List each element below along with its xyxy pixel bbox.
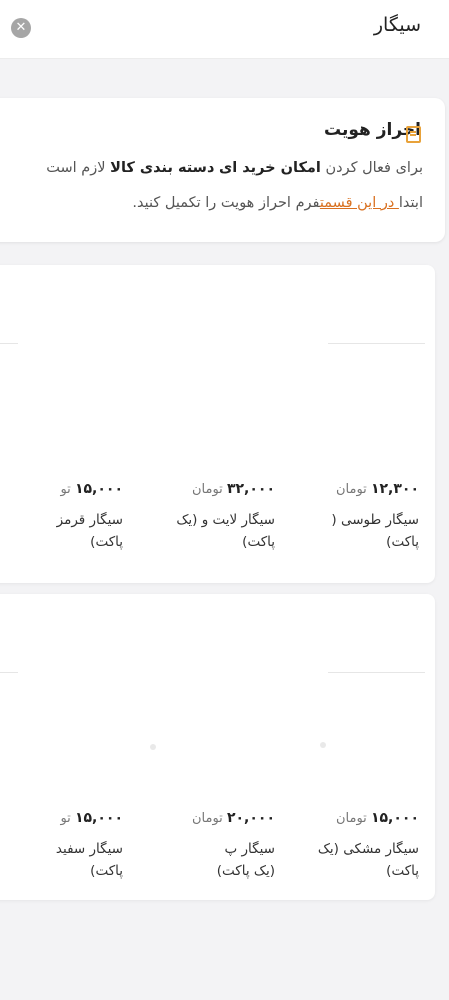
price-unit: تومان: [192, 482, 223, 497]
product-name-line: سیگار قرمز: [56, 512, 123, 528]
verify-description-line2: ابتدا در این قسمتفرم احراز هویت را تکمیل…: [132, 195, 423, 211]
product-name: سیگار لایت و (یک پاکت): [140, 509, 275, 553]
divider: [0, 672, 18, 673]
product-price: ۳۲,۰۰۰: [226, 481, 275, 497]
price-unit: تومان: [336, 482, 367, 497]
identity-verification-card: احراز هویت برای فعال کردن امکان خرید ای …: [0, 98, 445, 242]
divider: [0, 343, 18, 344]
product-name-line: سیگار لایت و (یک: [176, 512, 275, 528]
product-name-line: سیگار مشکی (یک: [317, 841, 419, 857]
price-row: ۳۲,۰۰۰ تومان: [140, 481, 275, 497]
product-card[interactable]: ۱۵,۰۰۰ تو سیگار قرمز پاکت): [3, 481, 123, 553]
price-row: ۱۲,۳۰۰ تومان: [284, 481, 419, 497]
product-card[interactable]: ۱۵,۰۰۰ تومان سیگار مشکی (یک پاکت): [284, 810, 419, 882]
product-name: سیگار طوسی ( پاکت): [284, 509, 419, 553]
price-row: ۲۰,۰۰۰ تومان: [140, 810, 275, 826]
id-card-icon: [406, 126, 421, 143]
price-unit: تومان: [192, 811, 223, 826]
divider: [328, 343, 425, 344]
product-name: سیگار مشکی (یک پاکت): [284, 838, 419, 882]
product-name: سیگار قرمز پاکت): [3, 509, 123, 553]
price-unit: تو: [60, 811, 71, 826]
price-row: ۱۵,۰۰۰ تومان: [284, 810, 419, 826]
verify-text: ابتدا: [398, 195, 423, 211]
product-name: سیگار پ (یک پاکت): [140, 838, 275, 882]
product-name-line: سیگار سفید: [55, 841, 123, 857]
verify-description-line1: برای فعال کردن امکان خرید ای دسته بندی ک…: [46, 160, 423, 176]
price-row: ۱۵,۰۰۰ تو: [3, 481, 123, 497]
product-price: ۲۰,۰۰۰: [226, 810, 275, 826]
price-row: ۱۵,۰۰۰ تو: [3, 810, 123, 826]
product-name-line: پاکت): [90, 534, 123, 550]
verify-text: لازم است: [46, 160, 106, 176]
image-placeholder: [320, 742, 326, 748]
product-name-line: سیگار طوسی (: [331, 512, 419, 528]
search-input[interactable]: سیگار: [374, 14, 421, 36]
product-name-line: پاکت): [386, 863, 419, 879]
product-price: ۱۲,۳۰۰: [370, 481, 419, 497]
verify-bold-text: دسته بندی کالا: [110, 160, 215, 176]
product-grid: ۱۲,۳۰۰ تومان سیگار طوسی ( پاکت) ۳۲,۰۰۰ ت…: [0, 265, 435, 583]
verify-bold-text: امکان خرید ای: [219, 160, 321, 176]
product-price: ۱۵,۰۰۰: [74, 810, 123, 826]
product-name: سیگار سفید پاکت): [3, 838, 123, 882]
search-bar[interactable]: سیگار ✕: [0, 0, 449, 59]
image-placeholder: [150, 744, 156, 750]
product-name-line: پاکت): [242, 534, 275, 550]
product-grid: ۱۵,۰۰۰ تومان سیگار مشکی (یک پاکت) ۲۰,۰۰۰…: [0, 594, 435, 900]
product-name-line: پاکت): [90, 863, 123, 879]
verify-link[interactable]: در این قسمت: [320, 195, 399, 211]
divider: [328, 672, 425, 673]
price-unit: تومان: [336, 811, 367, 826]
product-card[interactable]: ۲۰,۰۰۰ تومان سیگار پ (یک پاکت): [140, 810, 275, 882]
product-name-line: (یک پاکت): [216, 863, 275, 879]
verify-text: فرم احراز هویت را تکمیل کنید.: [132, 195, 320, 211]
product-card[interactable]: ۱۲,۳۰۰ تومان سیگار طوسی ( پاکت): [284, 481, 419, 553]
product-name-line: سیگار پ: [224, 841, 275, 857]
product-name-line: پاکت): [386, 534, 419, 550]
price-unit: تو: [60, 482, 71, 497]
product-price: ۱۵,۰۰۰: [370, 810, 419, 826]
product-card[interactable]: ۳۲,۰۰۰ تومان سیگار لایت و (یک پاکت): [140, 481, 275, 553]
product-card[interactable]: ۱۵,۰۰۰ تو سیگار سفید پاکت): [3, 810, 123, 882]
verify-text: برای فعال کردن: [325, 160, 423, 176]
close-circle-icon[interactable]: ✕: [11, 18, 31, 38]
product-price: ۱۵,۰۰۰: [74, 481, 123, 497]
